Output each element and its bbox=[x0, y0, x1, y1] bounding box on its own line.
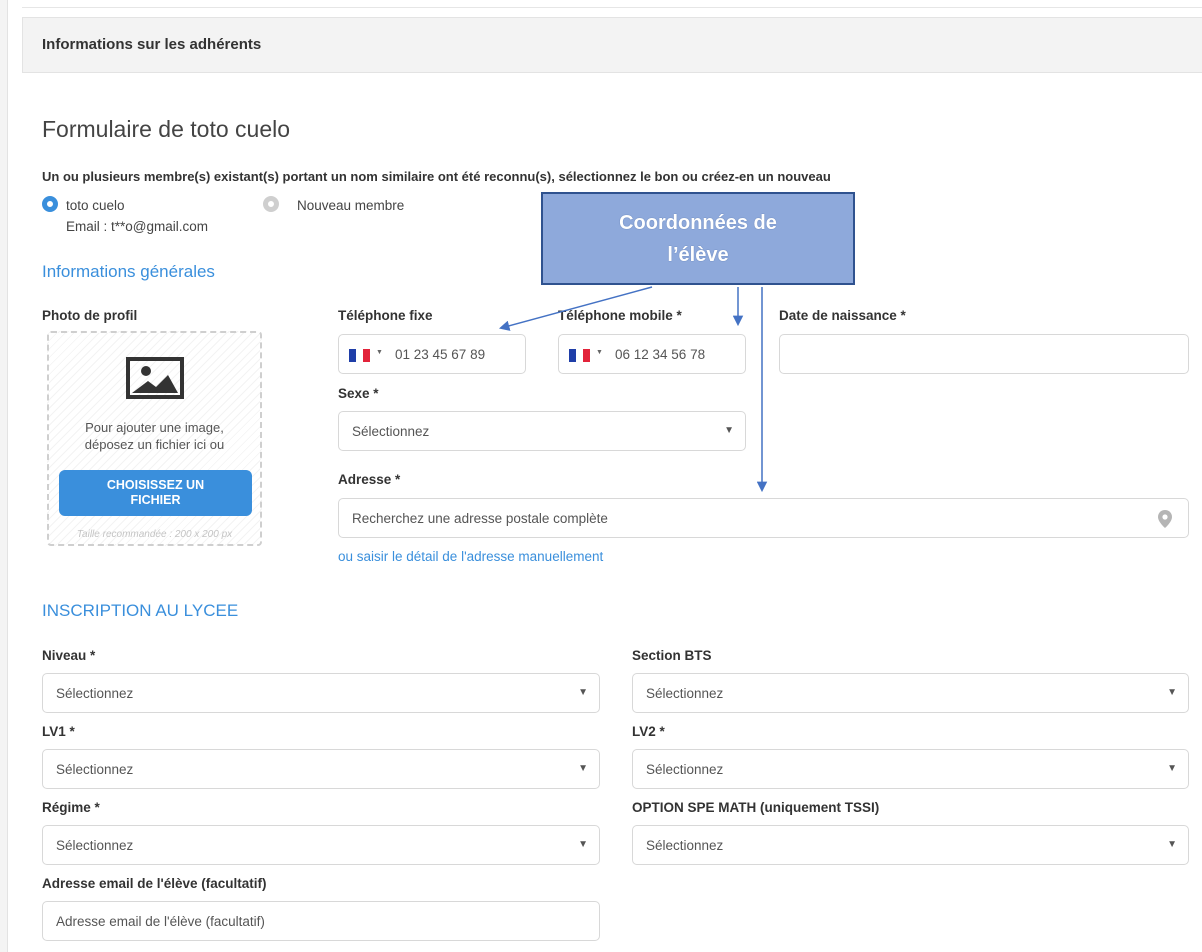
arrow-to-phone-fixed bbox=[498, 286, 653, 331]
callout-arrows bbox=[498, 286, 768, 493]
